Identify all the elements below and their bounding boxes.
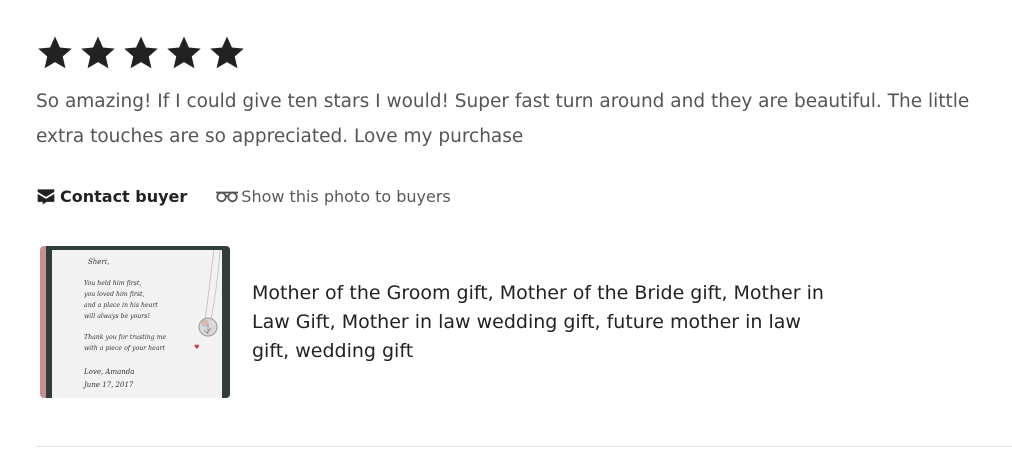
listing: Sheri, You held him first, you loved him… [40, 246, 842, 398]
listing-title-link[interactable]: Mother of the Groom gift, Mother of the … [252, 279, 842, 366]
star-rating [36, 34, 246, 72]
card-date: June 17, 2017 [84, 381, 134, 389]
envelope-icon [37, 189, 55, 205]
card-line: and a place in his heart [84, 302, 158, 309]
card-line: you loved him first, [84, 291, 145, 298]
star-icon [165, 34, 203, 72]
card-salutation: Sheri, [88, 258, 110, 266]
card-signoff: Love, Amanda [84, 368, 135, 376]
divider [36, 446, 1012, 447]
star-icon [79, 34, 117, 72]
necklace-icon [198, 250, 221, 337]
review-text: So amazing! If I could give ten stars I … [36, 91, 970, 147]
listing-photo[interactable]: Sheri, You held him first, you loved him… [40, 246, 230, 398]
card-line: You held him first, [84, 280, 142, 287]
glasses-icon [216, 191, 239, 203]
gift-card: Sheri, You held him first, you loved him… [52, 250, 222, 398]
star-icon [208, 34, 246, 72]
contact-buyer-button[interactable]: Contact buyer [36, 186, 187, 206]
star-icon [36, 34, 74, 72]
contact-buyer-label: Contact buyer [60, 186, 188, 206]
show-photo-label: Show this photo to buyers [241, 186, 451, 206]
show-photo-toggle[interactable]: Show this photo to buyers [215, 186, 451, 206]
review-actions: Contact buyer Show this photo to buyers [36, 186, 451, 206]
card-line: Thank you for trusting me [84, 334, 167, 341]
star-icon [122, 34, 160, 72]
card-line: with a piece of your heart [84, 345, 165, 352]
card-line: will always be yours! [84, 313, 150, 320]
